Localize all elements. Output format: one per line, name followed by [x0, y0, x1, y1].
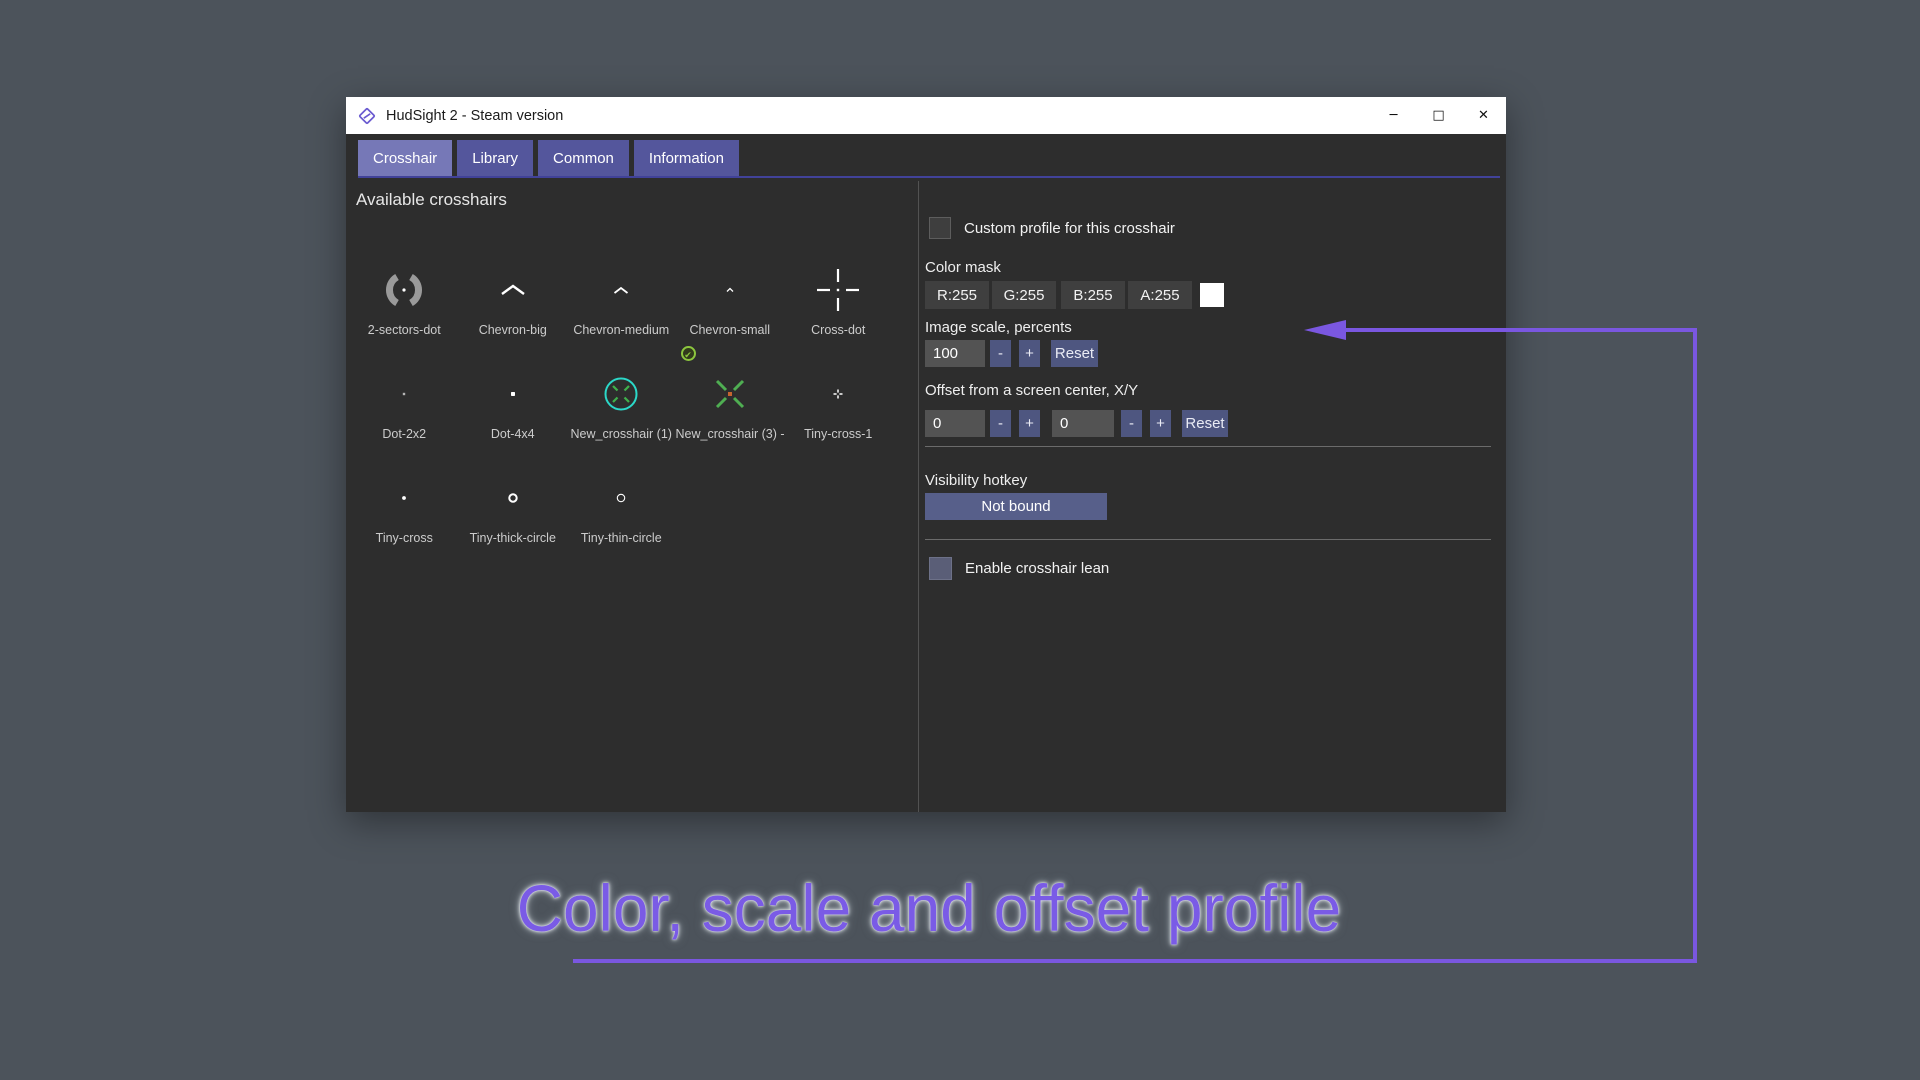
image-scale-input[interactable] — [925, 340, 985, 367]
red-channel-button[interactable]: R:255 — [925, 281, 989, 309]
custom-profile-checkbox[interactable] — [929, 217, 951, 239]
sectors-dot-icon — [350, 257, 459, 323]
custom-profile-label: Custom profile for this crosshair — [964, 220, 1175, 237]
window-title: HudSight 2 - Steam version — [386, 108, 563, 124]
visibility-hotkey-row: Not bound — [925, 493, 1491, 520]
crosshair-item-2-sectors-dot[interactable]: 2-sectors-dot — [350, 257, 459, 361]
color-mask-row: R:255 G:255 B:255 A:255 — [925, 281, 1491, 309]
crosshair-lean-label: Enable crosshair lean — [965, 560, 1109, 577]
crosshair-item-new-crosshair-3[interactable]: New_crosshair (3) - — [676, 361, 785, 465]
chevron-small-icon — [676, 257, 785, 323]
crosshair-item-cross-dot[interactable]: Cross-dot — [784, 257, 893, 361]
image-scale-row: - + Reset — [925, 340, 1491, 367]
selected-check-icon: ✔ — [681, 346, 696, 361]
available-crosshairs-heading: Available crosshairs — [356, 190, 507, 210]
chevron-big-icon — [459, 257, 568, 323]
hudsight-window: HudSight 2 - Steam version ─ □ ✕ Crossha… — [346, 97, 1506, 812]
panel-divider — [918, 181, 919, 812]
custom-profile-row: Custom profile for this crosshair — [925, 216, 1175, 240]
app-logo-icon — [357, 106, 377, 126]
crosshair-item-chevron-big[interactable]: Chevron-big — [459, 257, 568, 361]
offset-label: Offset from a screen center, X/Y — [925, 382, 1138, 399]
crosshair-item-dot-4x4[interactable]: Dot-4x4 — [459, 361, 568, 465]
crosshair-item-new-crosshair-1[interactable]: New_crosshair (1) — [567, 361, 676, 465]
crosshair-lean-row: Enable crosshair lean — [925, 556, 1109, 580]
image-scale-label: Image scale, percents — [925, 319, 1072, 336]
scale-minus-button[interactable]: - — [990, 340, 1011, 367]
dot-4x4-icon — [459, 361, 568, 427]
offset-row: - + - + Reset — [925, 410, 1491, 437]
offset-y-minus-button[interactable]: - — [1121, 410, 1142, 437]
tiny-cross-1-icon — [784, 361, 893, 427]
color-swatch[interactable] — [1200, 283, 1224, 307]
offset-x-minus-button[interactable]: - — [990, 410, 1011, 437]
offset-y-plus-button[interactable]: + — [1150, 410, 1171, 437]
annotation-caption: Color, scale and offset profile — [444, 870, 1414, 946]
new-crosshair-3-icon — [676, 361, 785, 427]
tiny-thick-circle-icon — [459, 465, 568, 531]
crosshair-grid: 2-sectors-dot Chevron-big Chevron-medium… — [350, 257, 896, 569]
color-mask-label: Color mask — [925, 259, 1001, 276]
crosshair-lean-checkbox[interactable] — [929, 557, 952, 580]
crosshair-item-tiny-thin-circle[interactable]: Tiny-thin-circle — [567, 465, 676, 569]
tab-library[interactable]: Library — [457, 140, 533, 176]
offset-y-input[interactable] — [1052, 410, 1114, 437]
blue-channel-button[interactable]: B:255 — [1061, 281, 1125, 309]
crosshair-item-tiny-cross[interactable]: Tiny-cross — [350, 465, 459, 569]
separator — [925, 539, 1491, 540]
crosshair-item-chevron-small[interactable]: Chevron-small ✔ — [676, 257, 785, 361]
alpha-channel-button[interactable]: A:255 — [1128, 281, 1192, 309]
offset-x-plus-button[interactable]: + — [1019, 410, 1040, 437]
hotkey-bind-button[interactable]: Not bound — [925, 493, 1107, 520]
tab-crosshair[interactable]: Crosshair — [358, 140, 452, 176]
dot-2x2-icon — [350, 361, 459, 427]
tab-bar: Crosshair Library Common Information — [358, 140, 739, 176]
tiny-thin-circle-icon — [567, 465, 676, 531]
offset-reset-button[interactable]: Reset — [1182, 410, 1228, 437]
cross-dot-icon — [784, 257, 893, 323]
scale-reset-button[interactable]: Reset — [1051, 340, 1098, 367]
tab-common[interactable]: Common — [538, 140, 629, 176]
crosshair-item-tiny-cross-1[interactable]: Tiny-cross-1 — [784, 361, 893, 465]
tiny-cross-icon — [350, 465, 459, 531]
new-crosshair-1-icon — [567, 361, 676, 427]
tab-information[interactable]: Information — [634, 140, 739, 176]
profile-panel: Custom profile for this crosshair Color … — [925, 97, 1491, 812]
crosshair-item-chevron-medium[interactable]: Chevron-medium — [567, 257, 676, 361]
separator — [925, 446, 1491, 447]
crosshair-item-dot-2x2[interactable]: Dot-2x2 — [350, 361, 459, 465]
scale-plus-button[interactable]: + — [1019, 340, 1040, 367]
green-channel-button[interactable]: G:255 — [992, 281, 1056, 309]
chevron-medium-icon — [567, 257, 676, 323]
offset-x-input[interactable] — [925, 410, 985, 437]
crosshair-item-tiny-thick-circle[interactable]: Tiny-thick-circle — [459, 465, 568, 569]
visibility-hotkey-label: Visibility hotkey — [925, 472, 1027, 489]
